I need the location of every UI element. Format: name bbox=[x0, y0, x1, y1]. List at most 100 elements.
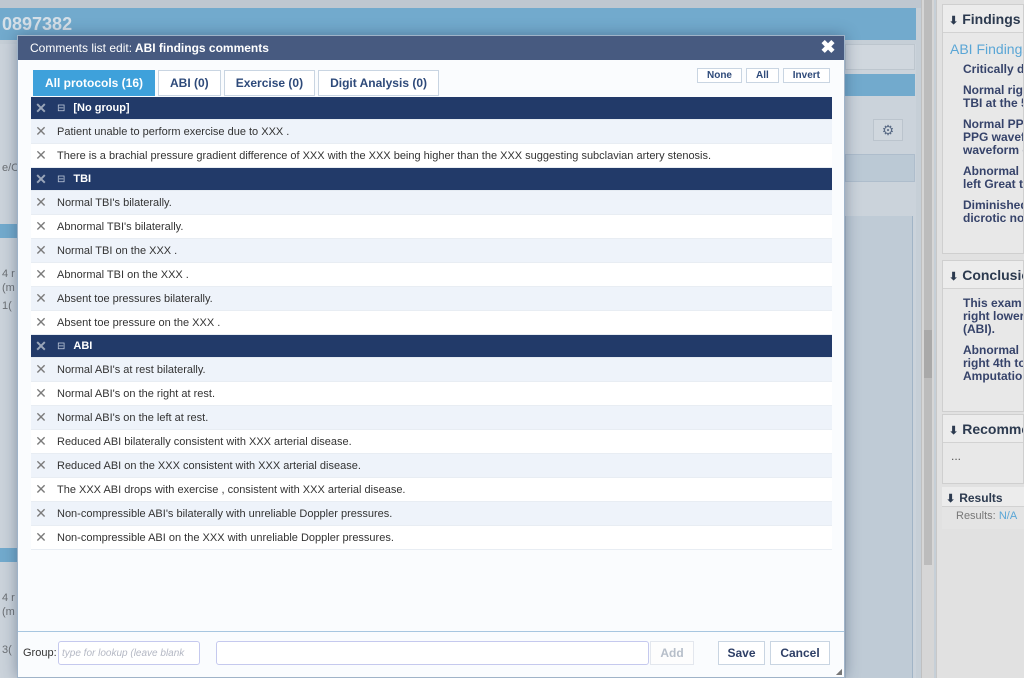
dialog-title-bar[interactable]: Comments list edit: ABI findings comment… bbox=[18, 36, 844, 60]
comment-text: The XXX ABI drops with exercise , consis… bbox=[57, 483, 406, 496]
comment-row[interactable]: ✕ Normal ABI's on the left at rest. bbox=[31, 406, 832, 430]
conclusion-list: This exam right lower (ABI). Abnormal r r… bbox=[943, 289, 1023, 385]
scrollbar-track[interactable] bbox=[924, 0, 932, 565]
conclusion-title: Conclusio bbox=[962, 267, 1024, 283]
remove-group-icon[interactable]: ✕ bbox=[33, 171, 49, 188]
finding-item: Normal PP PPG wavef waveform c bbox=[963, 117, 1024, 157]
findings-header[interactable]: ⬇ Findings bbox=[943, 5, 1023, 33]
comment-text: Absent toe pressures bilaterally. bbox=[57, 292, 213, 305]
comment-row[interactable]: ✕ Normal TBI on the XXX . bbox=[31, 239, 832, 263]
remove-comment-icon[interactable]: ✕ bbox=[33, 194, 49, 211]
comment-row[interactable]: ✕ Non-compressible ABI's bilaterally with… bbox=[31, 502, 832, 526]
protocol-tabs: All protocols (16) ABI (0) Exercise (0) … bbox=[33, 70, 439, 96]
comment-text: Normal ABI's on the left at rest. bbox=[57, 411, 209, 424]
comment-row[interactable]: ✕ Reduced ABI bilaterally consistent with… bbox=[31, 430, 832, 454]
tab-all-protocols[interactable]: All protocols (16) bbox=[33, 70, 156, 96]
dialog-title-prefix: Comments list edit: bbox=[30, 41, 133, 55]
remove-comment-icon[interactable]: ✕ bbox=[33, 123, 49, 140]
selection-buttons: None All Invert bbox=[696, 68, 830, 83]
comment-row[interactable]: ✕ The XXX ABI drops with exercise , consi… bbox=[31, 478, 832, 502]
comment-row[interactable]: ✕ Non-compressible ABI on the XXX with un… bbox=[31, 526, 832, 550]
comment-text: Patient unable to perform exercise due t… bbox=[57, 125, 290, 138]
comment-row[interactable]: ✕ Absent toe pressures bilaterally. bbox=[31, 287, 832, 311]
collapse-icon[interactable]: ⊟ bbox=[57, 103, 65, 114]
results-header[interactable]: ⬇ Results bbox=[942, 487, 1024, 507]
findings-title: Findings bbox=[962, 11, 1021, 27]
dialog-footer: Group: Add Save Cancel ◢ bbox=[18, 631, 844, 677]
comment-text: Reduced ABI on the XXX consistent with X… bbox=[57, 459, 361, 472]
remove-comment-icon[interactable]: ✕ bbox=[33, 409, 49, 426]
findings-section: ⬇ Findings ABI Findings Critically d Norma… bbox=[942, 4, 1024, 254]
comment-row[interactable]: ✕ Normal ABI's on the right at rest. bbox=[31, 382, 832, 406]
findings-subtitle: ABI Findings bbox=[950, 41, 1024, 57]
finding-item: Normal rig TBI at the 5 bbox=[963, 83, 1024, 110]
comment-row[interactable]: ✕ Normal ABI's at rest bilaterally. bbox=[31, 358, 832, 382]
remove-group-icon[interactable]: ✕ bbox=[33, 100, 49, 117]
group-header-row[interactable]: ✕ ⊟ ABI bbox=[31, 335, 832, 358]
group-lookup-input[interactable] bbox=[58, 641, 200, 665]
cancel-button[interactable]: Cancel bbox=[770, 641, 830, 665]
comment-text: Reduced ABI bilaterally consistent with … bbox=[57, 435, 352, 448]
comment-row[interactable]: ✕ There is a brachial pressure gradient d… bbox=[31, 144, 832, 168]
collapse-arrow-icon: ⬇ bbox=[949, 15, 959, 27]
comment-row[interactable]: ✕ Patient unable to perform exercise due … bbox=[31, 120, 832, 144]
select-all-button[interactable]: All bbox=[745, 68, 779, 83]
remove-comment-icon[interactable]: ✕ bbox=[33, 529, 49, 546]
save-button[interactable]: Save bbox=[718, 641, 765, 665]
conclusion-item: Abnormal r right 4th to Amputation bbox=[963, 343, 1024, 383]
group-label: Group: bbox=[23, 647, 57, 659]
comment-text: Non-compressible ABI's bilaterally with … bbox=[57, 507, 393, 520]
comment-text: Normal ABI's at rest bilaterally. bbox=[57, 363, 206, 376]
tab-abi[interactable]: ABI (0) bbox=[158, 70, 221, 96]
comments-edit-dialog: Comments list edit: ABI findings comment… bbox=[17, 35, 845, 678]
remove-comment-icon[interactable]: ✕ bbox=[33, 361, 49, 378]
results-value-row: Results: N/A bbox=[942, 507, 1024, 525]
comment-row[interactable]: ✕ Reduced ABI on the XXX consistent with … bbox=[31, 454, 832, 478]
resize-grip-icon[interactable]: ◢ bbox=[836, 667, 842, 676]
comment-text: Abnormal TBI on the XXX . bbox=[57, 268, 189, 281]
results-label: Results: bbox=[956, 510, 996, 522]
conclusion-header[interactable]: ⬇ Conclusio bbox=[943, 261, 1023, 289]
remove-comment-icon[interactable]: ✕ bbox=[33, 433, 49, 450]
remove-comment-icon[interactable]: ✕ bbox=[33, 290, 49, 307]
add-button[interactable]: Add bbox=[650, 641, 694, 665]
collapse-arrow-icon: ⬇ bbox=[946, 493, 956, 505]
remove-comment-icon[interactable]: ✕ bbox=[33, 242, 49, 259]
remove-group-icon[interactable]: ✕ bbox=[33, 338, 49, 355]
remove-comment-icon[interactable]: ✕ bbox=[33, 147, 49, 164]
invert-selection-button[interactable]: Invert bbox=[782, 68, 830, 83]
remove-comment-icon[interactable]: ✕ bbox=[33, 481, 49, 498]
group-header-row[interactable]: ✕ ⊟ [No group] bbox=[31, 97, 832, 120]
remove-comment-icon[interactable]: ✕ bbox=[33, 385, 49, 402]
collapse-icon[interactable]: ⊟ bbox=[57, 174, 65, 185]
comment-text: Abnormal TBI's bilaterally. bbox=[57, 220, 184, 233]
collapse-icon[interactable]: ⊟ bbox=[57, 341, 65, 352]
comment-text: Normal TBI's bilaterally. bbox=[57, 196, 172, 209]
comment-row[interactable]: ✕ Abnormal TBI on the XXX . bbox=[31, 263, 832, 287]
comment-row[interactable]: ✕ Normal TBI's bilaterally. bbox=[31, 191, 832, 215]
remove-comment-icon[interactable]: ✕ bbox=[33, 457, 49, 474]
close-icon[interactable]: ✖ bbox=[820, 38, 836, 56]
group-name: TBI bbox=[73, 173, 92, 185]
comment-text: Normal ABI's on the right at rest. bbox=[57, 387, 216, 400]
remove-comment-icon[interactable]: ✕ bbox=[33, 314, 49, 331]
remove-comment-icon[interactable]: ✕ bbox=[33, 218, 49, 235]
remove-comment-icon[interactable]: ✕ bbox=[33, 266, 49, 283]
results-title: Results bbox=[959, 491, 1003, 505]
tab-digit-analysis[interactable]: Digit Analysis (0) bbox=[318, 70, 439, 96]
comment-text: There is a brachial pressure gradient di… bbox=[57, 149, 712, 162]
group-header-row[interactable]: ✕ ⊟ TBI bbox=[31, 168, 832, 191]
results-value: N/A bbox=[998, 510, 1018, 522]
scrollbar-thumb[interactable] bbox=[924, 330, 932, 378]
new-comment-input[interactable] bbox=[216, 641, 649, 665]
tab-exercise[interactable]: Exercise (0) bbox=[223, 70, 316, 96]
dialog-title: ABI findings comments bbox=[134, 41, 269, 55]
collapse-arrow-icon: ⬇ bbox=[949, 271, 959, 283]
group-name: [No group] bbox=[73, 102, 130, 114]
comment-row[interactable]: ✕ Abnormal TBI's bilaterally. bbox=[31, 215, 832, 239]
recommendations-header[interactable]: ⬇ Recomme bbox=[943, 415, 1023, 443]
remove-comment-icon[interactable]: ✕ bbox=[33, 505, 49, 522]
comment-row[interactable]: ✕ Absent toe pressure on the XXX . bbox=[31, 311, 832, 335]
collapse-arrow-icon: ⬇ bbox=[949, 425, 959, 437]
select-none-button[interactable]: None bbox=[696, 68, 742, 83]
